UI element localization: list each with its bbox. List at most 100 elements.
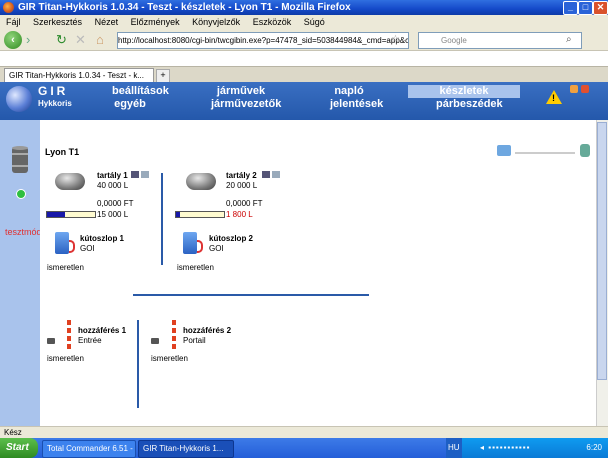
edit-icon[interactable] (131, 171, 139, 178)
tray-icons[interactable]: ◂ ▪▪▪▪▪▪▪▪▪▪▪ (480, 438, 530, 458)
pump-status: ismeretlen (47, 263, 84, 272)
tank-level-bar (46, 211, 96, 218)
bookmark-star-icon[interactable]: ☆ (391, 32, 400, 47)
taskbar-item-label: Total Commander 6.51 - ... (47, 444, 136, 453)
close-button[interactable]: ✕ (593, 1, 608, 15)
home-small-icon[interactable] (570, 85, 578, 93)
slider-track[interactable] (515, 152, 575, 154)
app-logo: GIR (38, 84, 69, 98)
barrier-base-icon (151, 338, 159, 344)
nav-dialogs[interactable]: párbeszédek (436, 98, 503, 110)
fuel-pump-icon[interactable] (55, 232, 69, 254)
nav-reports[interactable]: jelentések (330, 98, 383, 110)
start-button[interactable]: Start (0, 438, 38, 458)
nav-other[interactable]: egyéb (112, 98, 148, 110)
nav-log[interactable]: napló (334, 85, 364, 97)
access-location: Entrée (78, 336, 102, 345)
barrier-icon[interactable] (172, 320, 176, 350)
app-logo-sub: Hykkoris (38, 99, 72, 108)
tank-capacity: 20 000 L (226, 181, 258, 190)
search-placeholder: Google (441, 36, 467, 45)
pump-small-icon[interactable] (580, 144, 590, 157)
search-input[interactable]: Google (418, 32, 582, 49)
access-name: hozzáférés 1 (78, 326, 127, 335)
taskbar-item[interactable]: Total Commander 6.51 - ... (42, 440, 136, 458)
back-button[interactable]: ‹ (4, 31, 22, 49)
fuel-pump-icon[interactable] (183, 232, 197, 254)
taskbar-item-label: GIR Titan-Hykkoris 1... (143, 444, 224, 453)
access-location: Portail (183, 336, 206, 345)
column-divider (137, 320, 139, 408)
nav-drivers[interactable]: járművezetők (211, 98, 281, 110)
tank-name: tartály 2 (226, 171, 257, 180)
status-ok-icon (16, 189, 26, 199)
column-divider (161, 173, 163, 265)
access-status: ismeretlen (151, 354, 188, 363)
tank-level-text: 15 000 L (97, 210, 129, 219)
tank-level-text: 1 800 L (226, 210, 253, 219)
menu-view[interactable]: Nézet (95, 17, 119, 27)
language-indicator[interactable]: HU (446, 438, 462, 458)
test-mode-label: tesztmód (5, 227, 42, 237)
tank-capacity: 40 000 L (97, 181, 129, 190)
reload-icon[interactable]: ↻ (56, 32, 67, 47)
menu-file[interactable]: Fájl (6, 17, 21, 27)
url-bar[interactable]: http://localhost:8080/cgi-bin/twcgibin.e… (117, 32, 409, 49)
menu-edit[interactable]: Szerkesztés (33, 17, 82, 27)
menubar: Fájl Szerkesztés Nézet Előzmények Könyvj… (0, 15, 608, 29)
truck-icon[interactable] (497, 145, 511, 156)
maximize-button[interactable]: □ (578, 1, 593, 15)
pump-status: ismeretlen (177, 263, 214, 272)
close-small-icon[interactable] (581, 85, 589, 93)
navigation-toolbar: ‹ › ↻ ✕ ⌂ http://localhost:8080/cgi-bin/… (0, 29, 608, 51)
site-title: Lyon T1 (45, 147, 80, 157)
tank-level-fill (47, 212, 65, 217)
barrier-icon[interactable] (67, 320, 71, 350)
warning-mark: ! (552, 93, 555, 103)
firefox-icon (3, 2, 14, 13)
system-tray: HU ◂ ▪▪▪▪▪▪▪▪▪▪▪ 6:20 (446, 438, 608, 458)
pump-name: kútoszlop 2 (209, 234, 254, 243)
section-divider (133, 294, 369, 296)
pump-name: kútoszlop 1 (80, 234, 125, 243)
logo-globe-icon (6, 86, 32, 112)
details-icon[interactable] (272, 171, 280, 178)
window-titlebar: GIR Titan-Hykkoris 1.0.34 - Teszt - kész… (0, 0, 608, 15)
nav-stocks[interactable]: készletek (438, 85, 490, 97)
search-icon[interactable]: ⌕ (566, 32, 572, 47)
menu-help[interactable]: Súgó (304, 17, 325, 27)
scrollbar-thumb[interactable] (597, 122, 607, 380)
menu-tools[interactable]: Eszközök (253, 17, 292, 27)
edit-icon[interactable] (262, 171, 270, 178)
minimize-button[interactable]: _ (563, 1, 578, 15)
clock: 6:20 (586, 443, 602, 452)
access-name: hozzáférés 2 (183, 326, 232, 335)
stop-icon[interactable]: ✕ (75, 32, 86, 47)
access-status: ismeretlen (47, 354, 84, 363)
nav-settings[interactable]: beállítások (112, 85, 169, 97)
tank-price: 0,0000 FT (97, 199, 134, 208)
menu-history[interactable]: Előzmények (131, 17, 180, 27)
details-icon[interactable] (141, 171, 149, 178)
new-tab-button[interactable]: + (156, 69, 170, 83)
tab-label: GIR Titan-Hykkoris 1.0.34 - Teszt - k... (9, 71, 144, 80)
forward-button[interactable]: › (26, 32, 30, 47)
tank-level-fill (176, 212, 181, 217)
tank-icon[interactable] (55, 173, 85, 190)
barrel-icon[interactable] (11, 145, 29, 175)
barrier-base-icon (47, 338, 55, 344)
pump-fuel: GOI (209, 244, 224, 253)
menu-bookmarks[interactable]: Könyvjelzők (192, 17, 240, 27)
url-text: http://localhost:8080/cgi-bin/twcgibin.e… (118, 36, 409, 45)
main-content (40, 120, 596, 426)
status-text: Kész (4, 428, 22, 437)
tank-price: 0,0000 FT (226, 199, 263, 208)
taskbar-item-active[interactable]: GIR Titan-Hykkoris 1... (138, 440, 234, 458)
browser-tab[interactable]: GIR Titan-Hykkoris 1.0.34 - Teszt - k... (4, 68, 154, 83)
tank-icon[interactable] (186, 173, 216, 190)
tank-name: tartály 1 (97, 171, 128, 180)
nav-vehicles[interactable]: járművek (215, 85, 267, 97)
tank-level-bar (175, 211, 225, 218)
window-title: GIR Titan-Hykkoris 1.0.34 - Teszt - kész… (18, 2, 351, 13)
home-icon[interactable]: ⌂ (96, 32, 104, 47)
